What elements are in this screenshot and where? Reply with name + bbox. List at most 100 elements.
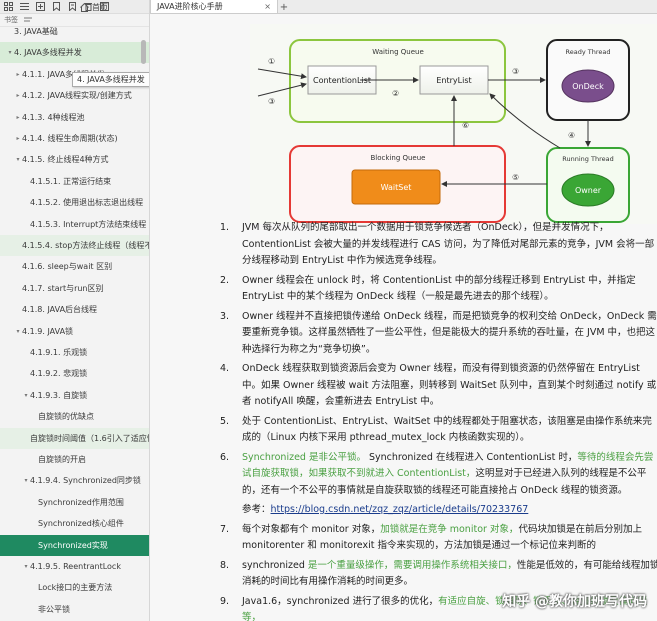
document-page: Waiting Queue ContentionList EntryList ①… xyxy=(150,14,657,621)
toc-item-label: Lock接口的主要方法 xyxy=(38,583,113,593)
toc-item[interactable]: 非公平锁 xyxy=(0,599,149,620)
toc-item-label: 4.1.9.3. 自旋锁 xyxy=(30,390,88,400)
expand-arrow-icon[interactable]: ▾ xyxy=(14,156,22,163)
toc-item[interactable]: 自旋锁时间阈值（1.6引入了适应性自旋锁） xyxy=(0,427,149,449)
toc-item[interactable]: 自旋锁的优缺点 xyxy=(0,406,149,427)
toc-item-label: 4.1.9.5. ReentrantLock xyxy=(30,562,121,571)
toc-item[interactable]: Synchronized作用范围 xyxy=(0,492,149,513)
waiting-queue-label: Waiting Queue xyxy=(372,48,424,56)
highlighted-text: Synchronized 是非公平锁。 xyxy=(242,451,366,463)
expand-arrow-icon[interactable]: ▸ xyxy=(14,71,22,78)
sidebar-toolbar xyxy=(0,0,149,14)
toc-item[interactable]: ▾ 4. JAVA多线程并发 xyxy=(0,42,149,64)
text-segment: Owner 线程会在 unlock 时，将 ContentionList 中的部… xyxy=(242,274,636,303)
item-number: 1. xyxy=(220,222,230,233)
toc-item-label: 4.1.5.1. 正常运行结束 xyxy=(30,176,112,186)
thumbnail-view-icon[interactable] xyxy=(4,2,13,11)
expand-arrow-icon[interactable]: ▾ xyxy=(22,563,30,570)
text-segment: JVM 每次从队列的尾部取出一个数据用于锁竞争候选者（OnDeck），但是并发情… xyxy=(242,222,655,266)
close-tab-icon[interactable]: × xyxy=(264,2,271,11)
content-item: 3. Owner 线程并不直接把锁传递给 OnDeck 线程，而是把锁竞争的权利交… xyxy=(220,309,657,359)
toc-item-label: Synchronized实现 xyxy=(38,540,108,550)
toc-item-label: 4. JAVA多线程并发 xyxy=(14,48,82,58)
item-number: 6. xyxy=(220,451,230,463)
step-2-label: ② xyxy=(392,89,399,98)
step-3-label-left: ③ xyxy=(268,97,275,106)
toc-item[interactable]: 4.1.9.2. 悲观锁 xyxy=(0,363,149,384)
expand-arrow-icon[interactable]: ▸ xyxy=(14,135,22,142)
highlighted-text: 加锁就是在竞争 monitor 对象， xyxy=(380,523,519,535)
highlighted-text: 是一个重量级操作，需要调用操作系统相关接口， xyxy=(307,559,517,571)
toc-item-label: 自旋锁的优缺点 xyxy=(38,412,94,422)
tab-home[interactable]: 首页 xyxy=(80,0,108,14)
item-number: 9. xyxy=(220,595,230,607)
toc-item-label: 4.1.9.1. 乐观锁 xyxy=(30,348,88,357)
toc-item[interactable]: ▾ 4.1.9.3. 自旋锁 xyxy=(0,385,149,406)
toc-item[interactable]: ▸ 4.1.2. JAVA线程实现/创建方式 xyxy=(0,85,149,106)
new-tab-button[interactable]: + xyxy=(278,2,290,13)
item-text: 每个对象都有个 monitor 对象，加锁就是在竞争 monitor 对象，代码… xyxy=(242,522,657,555)
toc-item-label: Synchronized核心组件 xyxy=(38,519,124,529)
tab-document-label: JAVA进阶核心手册 xyxy=(157,2,223,11)
blocking-queue-label: Blocking Queue xyxy=(371,154,426,162)
expand-arrow-icon[interactable]: ▾ xyxy=(6,49,14,56)
expand-arrow-icon[interactable]: ▾ xyxy=(22,477,30,484)
monitor-queue-diagram: Waiting Queue ContentionList EntryList ①… xyxy=(250,24,657,224)
tab-document[interactable]: JAVA进阶核心手册 × xyxy=(150,0,278,13)
list-view-icon[interactable] xyxy=(20,2,29,11)
step-3-label: ③ xyxy=(512,67,519,76)
toc-item-label: 非公平锁 xyxy=(38,604,70,614)
text-segment: Synchronized 在线程进入 ContentionList 时， xyxy=(365,451,578,463)
wait-set-label: WaitSet xyxy=(381,183,412,192)
toc-item[interactable]: ▸ 4.1.3. 4种线程池 xyxy=(0,107,149,128)
toc-item-label: 3. JAVA基础 xyxy=(14,27,58,36)
ondeck-label: OnDeck xyxy=(572,82,604,91)
bookmark-icon[interactable] xyxy=(52,2,61,11)
content-list: 1. JVM 每次从队列的尾部取出一个数据用于锁竞争候选者（OnDeck），但是并… xyxy=(220,220,657,621)
toc-item[interactable]: ▾ 4.1.9.4. Synchronized同步锁 xyxy=(0,470,149,491)
toc-item[interactable]: Lock接口的主要方法 xyxy=(0,577,149,598)
toc-item[interactable]: 4.1.5.4. stop方法终止线程（线程不安全） xyxy=(0,235,149,256)
toc-item-label: 自旋锁时间阈值（1.6引入了适应性自旋锁） xyxy=(30,433,149,443)
item-text: JVM 每次从队列的尾部取出一个数据用于锁竞争候选者（OnDeck），但是并发情… xyxy=(242,220,657,270)
toc-item[interactable]: 4.1.5.1. 正常运行结束 xyxy=(0,171,149,192)
toc-item[interactable]: ▾ 4.1.9.5. ReentrantLock xyxy=(0,556,149,577)
toc-item[interactable]: 4.1.9.1. 乐观锁 xyxy=(0,342,149,363)
toc-item-label: 4.1.5.4. stop方法终止线程（线程不安全） xyxy=(22,241,149,250)
toc-item[interactable]: ▸ 4.1.4. 线程生命周期(状态) xyxy=(0,128,149,149)
toc-item[interactable]: 4.1.5.2. 使用退出标志退出线程 xyxy=(0,192,149,213)
item-text: synchronized 是一个重量级操作，需要调用操作系统相关接口，性能是低效… xyxy=(242,558,657,591)
content-item: 2. Owner 线程会在 unlock 时，将 ContentionList 中… xyxy=(220,273,657,306)
toc-item[interactable]: 3. JAVA基础 xyxy=(0,21,149,42)
item-text: Owner 线程会在 unlock 时，将 ContentionList 中的部… xyxy=(242,273,657,306)
home-icon xyxy=(80,2,89,12)
item-number: 7. xyxy=(220,523,230,535)
tab-home-label: 首页 xyxy=(92,2,108,12)
toc-item[interactable]: 4.1.5.3. Interrupt方法结束线程 xyxy=(0,214,149,235)
expand-all-icon[interactable] xyxy=(36,2,45,11)
toc-item[interactable]: Synchronized实现 xyxy=(0,534,149,556)
toc-item[interactable]: 4.1.7. start与run区别 xyxy=(0,278,149,299)
item-number: 3. xyxy=(220,310,230,322)
bookmark-sidebar: 书签 3. JAVA基础 ▾ 4. JAVA多线程并发 ▸ 4.1.1. JAVA多线程… xyxy=(0,0,150,621)
toc-item[interactable]: Synchronized核心组件 xyxy=(0,513,149,534)
toc-item[interactable]: ▾ 4.1.5. 终止线程4种方式 xyxy=(0,149,149,170)
step-6-label: ⑥ xyxy=(462,121,469,130)
toc-item[interactable]: ▾ 4.1.9. JAVA锁 xyxy=(0,321,149,342)
content-item: 4. OnDeck 线程获取到锁资源后会变为 Owner 线程，而没有得到锁资源的… xyxy=(220,361,657,411)
sidebar-scrollbar[interactable] xyxy=(141,40,146,64)
toc-item[interactable]: 4.1.6. sleep与wait 区别 xyxy=(0,256,149,277)
toc-item-label: 4.1.4. 线程生命周期(状态) xyxy=(22,134,118,143)
item-text: OnDeck 线程获取到锁资源后会变为 Owner 线程，而没有得到锁资源的仍然… xyxy=(242,361,657,411)
expand-arrow-icon[interactable]: ▾ xyxy=(22,392,30,399)
add-bookmark-icon[interactable] xyxy=(68,2,77,11)
expand-arrow-icon[interactable]: ▸ xyxy=(14,114,22,121)
toc-item-label: 4.1.9.2. 悲观锁 xyxy=(30,369,88,379)
toc-item[interactable]: 自旋锁的开启 xyxy=(0,449,149,470)
step-4-label: ④ xyxy=(568,131,575,140)
expand-arrow-icon[interactable]: ▸ xyxy=(14,92,22,99)
toc-item[interactable]: 4.1.8. JAVA后台线程 xyxy=(0,299,149,320)
running-thread-label: Running Thread xyxy=(562,155,613,163)
reference-link[interactable]: https://blog.csdn.net/zqz_zqz/article/de… xyxy=(271,504,529,515)
expand-arrow-icon[interactable]: ▾ xyxy=(14,328,22,335)
